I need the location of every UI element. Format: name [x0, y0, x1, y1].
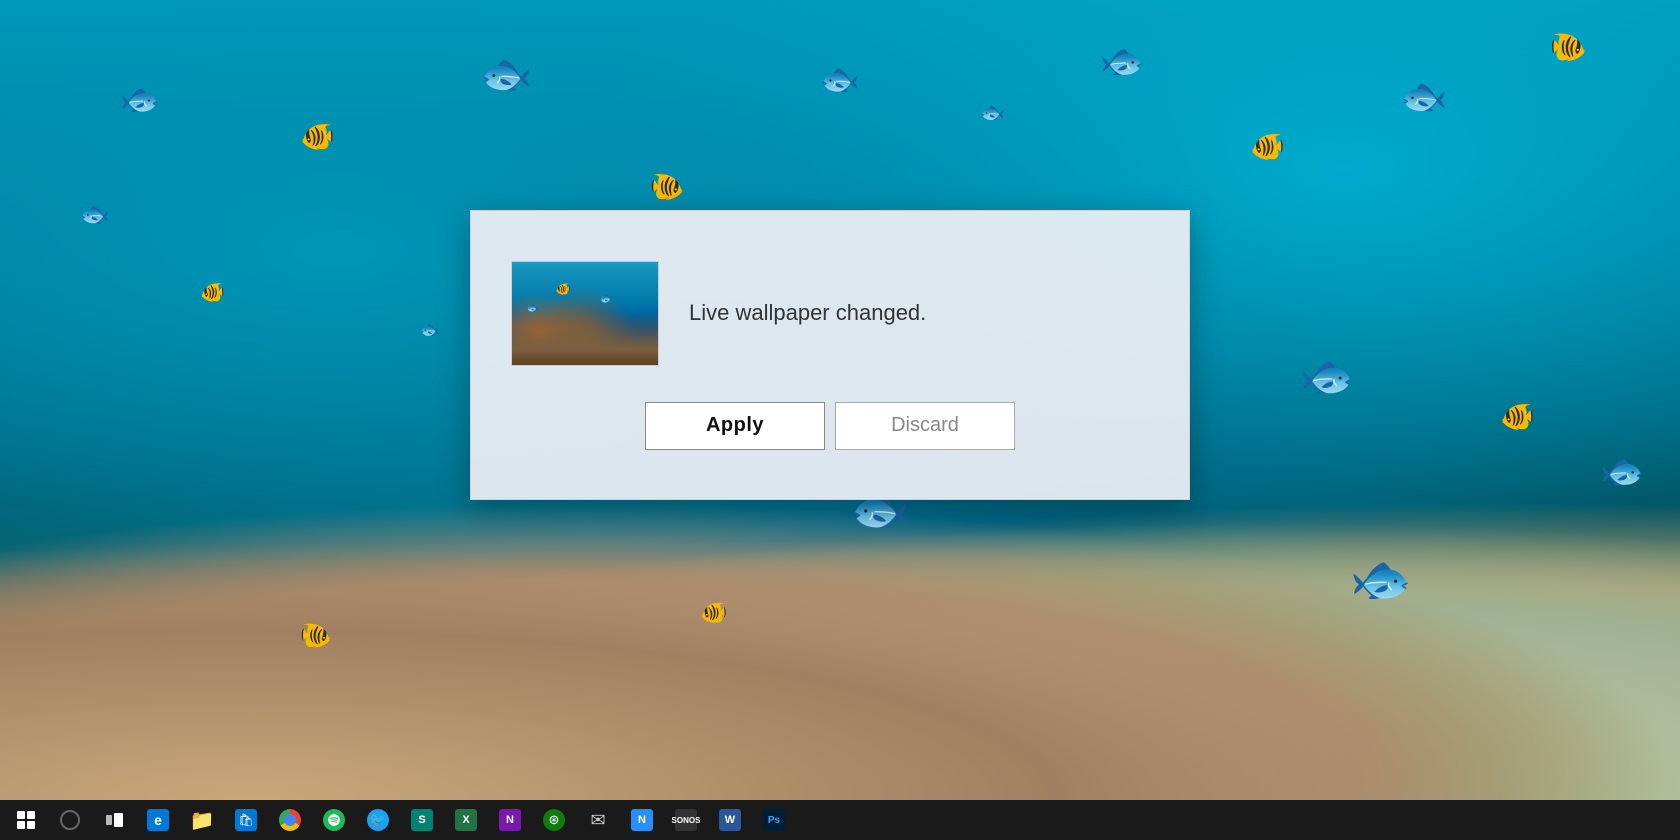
coral-decoration — [0, 500, 1680, 800]
sonos-button[interactable]: SONOS — [664, 800, 708, 840]
sonos-icon: SONOS — [674, 808, 698, 832]
mail-button[interactable]: ✉ — [576, 800, 620, 840]
apply-button[interactable]: Apply — [645, 402, 825, 450]
excel-icon: X — [454, 808, 478, 832]
photoshop-icon: Ps — [762, 808, 786, 832]
chrome-button[interactable] — [268, 800, 312, 840]
onenote-button[interactable]: N — [488, 800, 532, 840]
onenote-icon: N — [498, 808, 522, 832]
dialog-message-text: Live wallpaper changed. — [689, 300, 926, 326]
taskview-icon — [102, 808, 126, 832]
folder-icon: 📁 — [190, 808, 214, 832]
file-explorer-button[interactable]: 📁 — [180, 800, 224, 840]
edge-button[interactable]: e — [136, 800, 180, 840]
store-icon: 🛍 — [234, 808, 258, 832]
xbox-button[interactable]: ⊛ — [532, 800, 576, 840]
photoshop-button[interactable]: Ps — [752, 800, 796, 840]
dialog-content-area: 🐠 🐟 🐟 Live wallpaper changed. — [511, 261, 1149, 366]
excel-button[interactable]: X — [444, 800, 488, 840]
sway-button[interactable]: S — [400, 800, 444, 840]
edge-icon: e — [146, 808, 170, 832]
chrome-icon — [278, 808, 302, 832]
start-button[interactable] — [4, 800, 48, 840]
word-button[interactable]: W — [708, 800, 752, 840]
taskbar: e 📁 🛍 🐦 — [0, 800, 1680, 840]
edge2-icon: N — [630, 808, 654, 832]
mail-icon: ✉ — [586, 808, 610, 832]
spotify-button[interactable] — [312, 800, 356, 840]
cortana-button[interactable] — [48, 800, 92, 840]
discard-button[interactable]: Discard — [835, 402, 1015, 450]
spotify-icon — [322, 808, 346, 832]
store-button[interactable]: 🛍 — [224, 800, 268, 840]
twitter-button[interactable]: 🐦 — [356, 800, 400, 840]
dialog-button-group: Apply Discard — [645, 402, 1015, 450]
windows-logo-icon — [14, 808, 38, 832]
live-wallpaper-dialog: 🐠 🐟 🐟 Live wallpaper changed. Apply Disc… — [470, 210, 1190, 500]
cortana-icon — [58, 808, 82, 832]
twitter-icon: 🐦 — [366, 808, 390, 832]
edge-dev-button[interactable]: N — [620, 800, 664, 840]
wallpaper-thumbnail: 🐠 🐟 🐟 — [511, 261, 659, 366]
taskview-button[interactable] — [92, 800, 136, 840]
thumbnail-preview: 🐠 🐟 🐟 — [512, 262, 658, 365]
xbox-icon: ⊛ — [542, 808, 566, 832]
word-icon: W — [718, 808, 742, 832]
sway-icon: S — [410, 808, 434, 832]
